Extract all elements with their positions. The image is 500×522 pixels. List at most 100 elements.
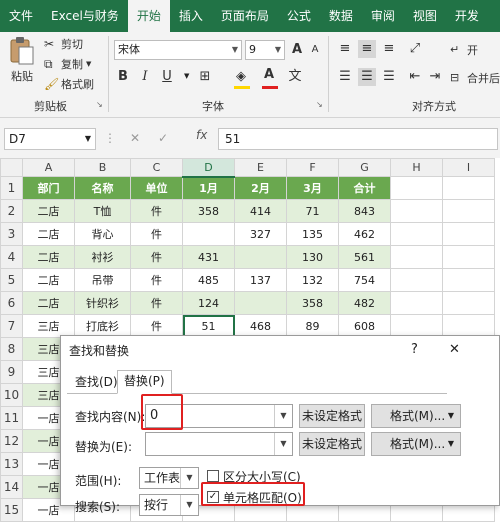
row-header[interactable]: 4 <box>0 245 23 269</box>
column-header[interactable]: D <box>182 158 235 178</box>
cell[interactable]: 背心 <box>74 222 131 246</box>
cell[interactable]: 3月 <box>286 176 339 200</box>
cell[interactable] <box>442 222 495 246</box>
cell[interactable]: 针织衫 <box>74 291 131 315</box>
column-header[interactable]: A <box>22 158 75 177</box>
formula-input[interactable]: 51 <box>218 128 498 150</box>
close-button[interactable]: ✕ <box>449 342 460 357</box>
dialog-launcher-icon[interactable]: ↘ <box>96 100 103 109</box>
cell[interactable]: 358 <box>182 199 235 223</box>
cell[interactable]: 561 <box>338 245 391 269</box>
cell[interactable]: 358 <box>286 291 339 315</box>
cell[interactable]: 71 <box>286 199 339 223</box>
row-header[interactable]: 5 <box>0 268 23 292</box>
cell[interactable] <box>390 245 443 269</box>
insert-function-icon[interactable]: fx <box>196 128 212 142</box>
row-header[interactable]: 15 <box>0 498 23 522</box>
font-name-select[interactable]: 宋体 ▼ <box>114 40 242 60</box>
tab-3[interactable]: 插入 <box>170 0 212 32</box>
cell[interactable]: 327 <box>234 222 287 246</box>
cell[interactable]: 名称 <box>74 176 131 200</box>
tab-2[interactable]: 开始 <box>127 0 170 32</box>
merge-center-button[interactable]: ⊟ 合并后居中 <box>450 70 500 86</box>
chevron-down-icon[interactable]: ▼ <box>274 433 292 455</box>
tab-6[interactable]: 数据 <box>320 0 362 32</box>
increase-indent-icon[interactable]: ⇥ <box>426 68 444 86</box>
grow-font-button[interactable]: A <box>288 41 306 59</box>
row-header[interactable]: 13 <box>0 452 23 476</box>
cell[interactable]: 件 <box>130 245 183 269</box>
cell[interactable] <box>182 222 235 246</box>
column-header[interactable]: B <box>74 158 131 177</box>
wrap-text-button[interactable]: ↵ 开 <box>450 42 478 58</box>
row-header[interactable]: 7 <box>0 314 23 338</box>
italic-button[interactable]: I <box>136 68 154 86</box>
align-middle-icon[interactable]: ≡ <box>358 40 376 58</box>
align-bottom-icon[interactable]: ≡ <box>380 40 398 58</box>
cell[interactable]: 件 <box>130 222 183 246</box>
cell[interactable]: 二店 <box>22 199 75 223</box>
tab-1[interactable]: Excel与财务 <box>42 0 128 32</box>
cell[interactable]: 2月 <box>234 176 287 200</box>
row-header[interactable]: 2 <box>0 199 23 223</box>
row-header[interactable]: 11 <box>0 406 23 430</box>
row-header[interactable]: 6 <box>0 291 23 315</box>
cell[interactable] <box>442 268 495 292</box>
decrease-indent-icon[interactable]: ⇤ <box>406 68 424 86</box>
cell[interactable] <box>234 245 287 269</box>
find-format-button[interactable]: 格式(M)... ▼ <box>371 404 461 428</box>
scope-select[interactable]: 工作表 ▼ <box>139 467 199 489</box>
cell[interactable] <box>442 291 495 315</box>
name-box[interactable]: D7 ▼ <box>4 128 96 150</box>
cell[interactable]: 单位 <box>130 176 183 200</box>
row-header[interactable]: 1 <box>0 176 23 200</box>
help-button[interactable]: ? <box>411 342 418 357</box>
cell[interactable]: 1月 <box>182 176 235 200</box>
paste-button[interactable]: 粘贴 <box>8 36 36 84</box>
cell[interactable] <box>390 222 443 246</box>
cell[interactable]: 二店 <box>22 268 75 292</box>
tab-find[interactable]: 查找(D) <box>69 372 124 394</box>
cut-button[interactable]: ✂ 剪切 <box>44 36 83 52</box>
cancel-icon[interactable]: ✕ <box>130 131 140 145</box>
check-icon[interactable]: ✓ <box>158 131 168 145</box>
cell[interactable]: 130 <box>286 245 339 269</box>
cell[interactable]: T恤 <box>74 199 131 223</box>
cell[interactable] <box>390 176 443 200</box>
align-top-icon[interactable]: ≡ <box>336 40 354 58</box>
cell[interactable] <box>390 268 443 292</box>
match-case-checkbox[interactable] <box>207 470 219 482</box>
cell[interactable]: 485 <box>182 268 235 292</box>
cell[interactable]: 二店 <box>22 245 75 269</box>
align-right-icon[interactable]: ☰ <box>380 68 398 86</box>
cell[interactable]: 二店 <box>22 222 75 246</box>
cell[interactable]: 135 <box>286 222 339 246</box>
row-header[interactable]: 8 <box>0 337 23 361</box>
cell[interactable] <box>234 291 287 315</box>
cell[interactable]: 132 <box>286 268 339 292</box>
cell[interactable]: 462 <box>338 222 391 246</box>
row-header[interactable]: 3 <box>0 222 23 246</box>
cell[interactable] <box>390 199 443 223</box>
cell[interactable]: 件 <box>130 268 183 292</box>
cell[interactable]: 414 <box>234 199 287 223</box>
tab-4[interactable]: 页面布局 <box>212 0 278 32</box>
shrink-font-button[interactable]: A <box>306 41 324 59</box>
chevron-down-icon[interactable]: ▼ <box>184 72 189 80</box>
column-header[interactable]: G <box>338 158 391 177</box>
cell[interactable]: 合计 <box>338 176 391 200</box>
row-header[interactable]: 9 <box>0 360 23 384</box>
align-center-icon[interactable]: ☰ <box>358 68 376 86</box>
dialog-launcher-icon[interactable]: ↘ <box>316 100 323 109</box>
column-header[interactable]: E <box>234 158 287 177</box>
search-select[interactable]: 按行 ▼ <box>139 494 199 516</box>
replace-input[interactable]: ▼ <box>145 432 293 456</box>
cell[interactable]: 吊带 <box>74 268 131 292</box>
cell[interactable]: 124 <box>182 291 235 315</box>
row-header[interactable]: 14 <box>0 475 23 499</box>
cell[interactable] <box>442 176 495 200</box>
fill-color-icon[interactable]: ◈ <box>232 68 250 86</box>
cell[interactable]: 431 <box>182 245 235 269</box>
orientation-icon[interactable]: ⤢ <box>406 40 424 58</box>
tab-8[interactable]: 视图 <box>404 0 446 32</box>
